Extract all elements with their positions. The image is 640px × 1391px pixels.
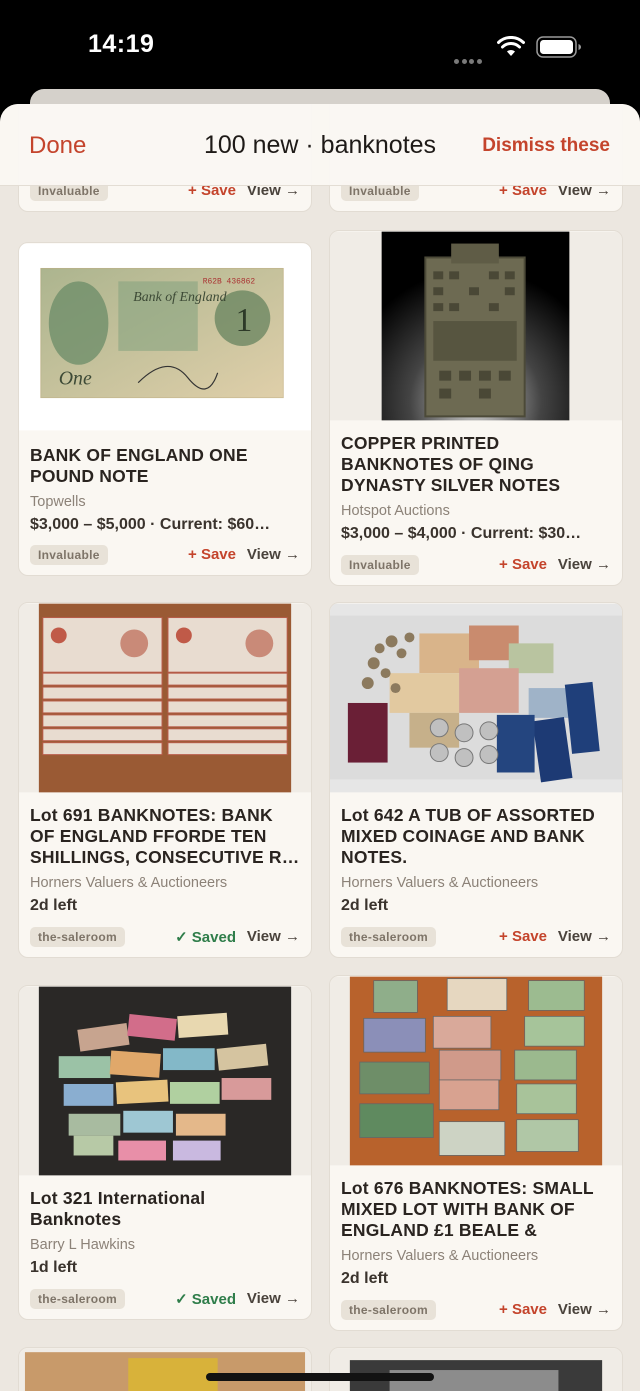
card-body: Lot 642 A TUB OF ASSORTED MIXED COINAGE … xyxy=(341,805,611,915)
lot-image[interactable] xyxy=(330,1348,622,1391)
saved-button[interactable]: ✓ Saved xyxy=(175,928,236,946)
source-badge: the-saleroom xyxy=(341,927,436,947)
lot-title: BANK OF ENGLAND ONE POUND NOTE xyxy=(30,445,248,486)
cellular-icon xyxy=(454,51,484,64)
lot-image[interactable] xyxy=(19,603,311,793)
lot-title: Lot 642 A TUB OF ASSORTED MIXED COINAGE … xyxy=(341,805,595,867)
lot-price: 1d left xyxy=(30,1259,78,1276)
home-indicator[interactable] xyxy=(206,1373,434,1381)
status-time: 14:19 xyxy=(88,30,155,58)
auction-house: Topwells xyxy=(30,494,86,510)
save-button[interactable]: + Save xyxy=(499,928,547,945)
lot-image[interactable] xyxy=(330,603,622,793)
source-badge: Invaluable xyxy=(341,555,419,575)
lot-price: $3,000 – $4,000 · Current: $30… xyxy=(341,525,582,542)
lot-price: $3,000 – $5,000 · Current: $60… xyxy=(30,516,271,533)
save-button[interactable]: + Save xyxy=(499,556,547,573)
card-footer: the-saleroom ✓ Saved View → xyxy=(30,1289,300,1311)
view-button[interactable]: View → xyxy=(558,556,611,573)
card-footer: the-saleroom ✓ Saved View → xyxy=(30,927,300,949)
card-footer: the-saleroom + Save View → xyxy=(341,927,611,949)
svg-text:Bank of England: Bank of England xyxy=(133,290,226,305)
wifi-icon xyxy=(497,36,525,56)
svg-text:R62B 436862: R62B 436862 xyxy=(203,277,256,286)
lot-title: COPPER PRINTED BANKNOTES OF QING DYNASTY… xyxy=(341,433,561,495)
lot-title: Lot 321 International Banknotes xyxy=(30,1188,206,1229)
lot-image[interactable] xyxy=(330,231,622,421)
source-badge: the-saleroom xyxy=(30,927,125,947)
lot-price: 2d left xyxy=(30,897,78,914)
view-button[interactable]: View → xyxy=(247,928,300,945)
card-footer: Invaluable + Save View → xyxy=(30,545,300,567)
lot-image[interactable] xyxy=(19,1348,311,1391)
save-button[interactable]: + Save xyxy=(188,546,236,563)
lot-price: 2d left xyxy=(341,1270,389,1287)
lot-card[interactable]: Lot 642 A TUB OF ASSORTED MIXED COINAGE … xyxy=(329,602,623,958)
svg-text:One: One xyxy=(59,368,92,390)
auction-house: Hotspot Auctions xyxy=(341,503,450,519)
svg-text:1: 1 xyxy=(236,302,253,339)
card-body: Lot 321 International Banknotes Barry L … xyxy=(30,1188,300,1277)
lot-card[interactable] xyxy=(329,1347,623,1391)
results-sheet: Done 100 new · banknotes Dismiss these I… xyxy=(0,104,640,1391)
lot-card[interactable]: Lot 691 BANKNOTES: BANK OF ENGLAND FFORD… xyxy=(18,602,312,958)
view-button[interactable]: View → xyxy=(247,546,300,563)
auction-house: Horners Valuers & Auctioneers xyxy=(341,1248,539,1264)
source-badge: the-saleroom xyxy=(341,1300,436,1320)
lot-card[interactable] xyxy=(18,1347,312,1391)
lot-card[interactable]: COPPER PRINTED BANKNOTES OF QING DYNASTY… xyxy=(329,230,623,586)
card-body: Lot 676 BANKNOTES: SMALL MIXED LOT WITH … xyxy=(341,1178,611,1288)
battery-icon xyxy=(536,36,581,58)
source-badge: Invaluable xyxy=(30,545,108,565)
view-button[interactable]: View → xyxy=(558,1301,611,1318)
lot-card[interactable]: Lot 321 International Banknotes Barry L … xyxy=(18,985,312,1320)
save-button[interactable]: + Save xyxy=(499,1301,547,1318)
view-button[interactable]: View → xyxy=(558,928,611,945)
lot-card[interactable]: Lot 676 BANKNOTES: SMALL MIXED LOT WITH … xyxy=(329,975,623,1331)
card-body: Lot 691 BANKNOTES: BANK OF ENGLAND FFORD… xyxy=(30,805,300,915)
auction-house: Horners Valuers & Auctioneers xyxy=(30,875,228,891)
auction-house: Horners Valuers & Auctioneers xyxy=(341,875,539,891)
card-body: COPPER PRINTED BANKNOTES OF QING DYNASTY… xyxy=(341,433,611,543)
auction-house: Barry L Hawkins xyxy=(30,1237,136,1253)
saved-button[interactable]: ✓ Saved xyxy=(175,1290,236,1308)
view-button[interactable]: View → xyxy=(247,1290,300,1307)
nav-bar: Done 100 new · banknotes Dismiss these xyxy=(0,104,640,186)
dismiss-these-button[interactable]: Dismiss these xyxy=(482,135,610,157)
lot-title: Lot 691 BANKNOTES: BANK OF ENGLAND FFORD… xyxy=(30,805,300,867)
lot-image[interactable] xyxy=(330,976,622,1166)
status-bar: 14:19 xyxy=(0,0,640,95)
lot-image[interactable]: 1 Bank of England One R62B 436862 xyxy=(19,243,311,431)
card-footer: the-saleroom + Save View → xyxy=(341,1300,611,1322)
lot-image[interactable] xyxy=(19,986,311,1176)
card-body: BANK OF ENGLAND ONE POUND NOTE Topwells … xyxy=(30,445,300,534)
lot-price: 2d left xyxy=(341,897,389,914)
lot-title: Lot 676 BANKNOTES: SMALL MIXED LOT WITH … xyxy=(341,1178,594,1240)
lot-card[interactable]: 1 Bank of England One R62B 436862 BANK O… xyxy=(18,242,312,576)
card-footer: Invaluable + Save View → xyxy=(341,555,611,577)
source-badge: the-saleroom xyxy=(30,1289,125,1309)
